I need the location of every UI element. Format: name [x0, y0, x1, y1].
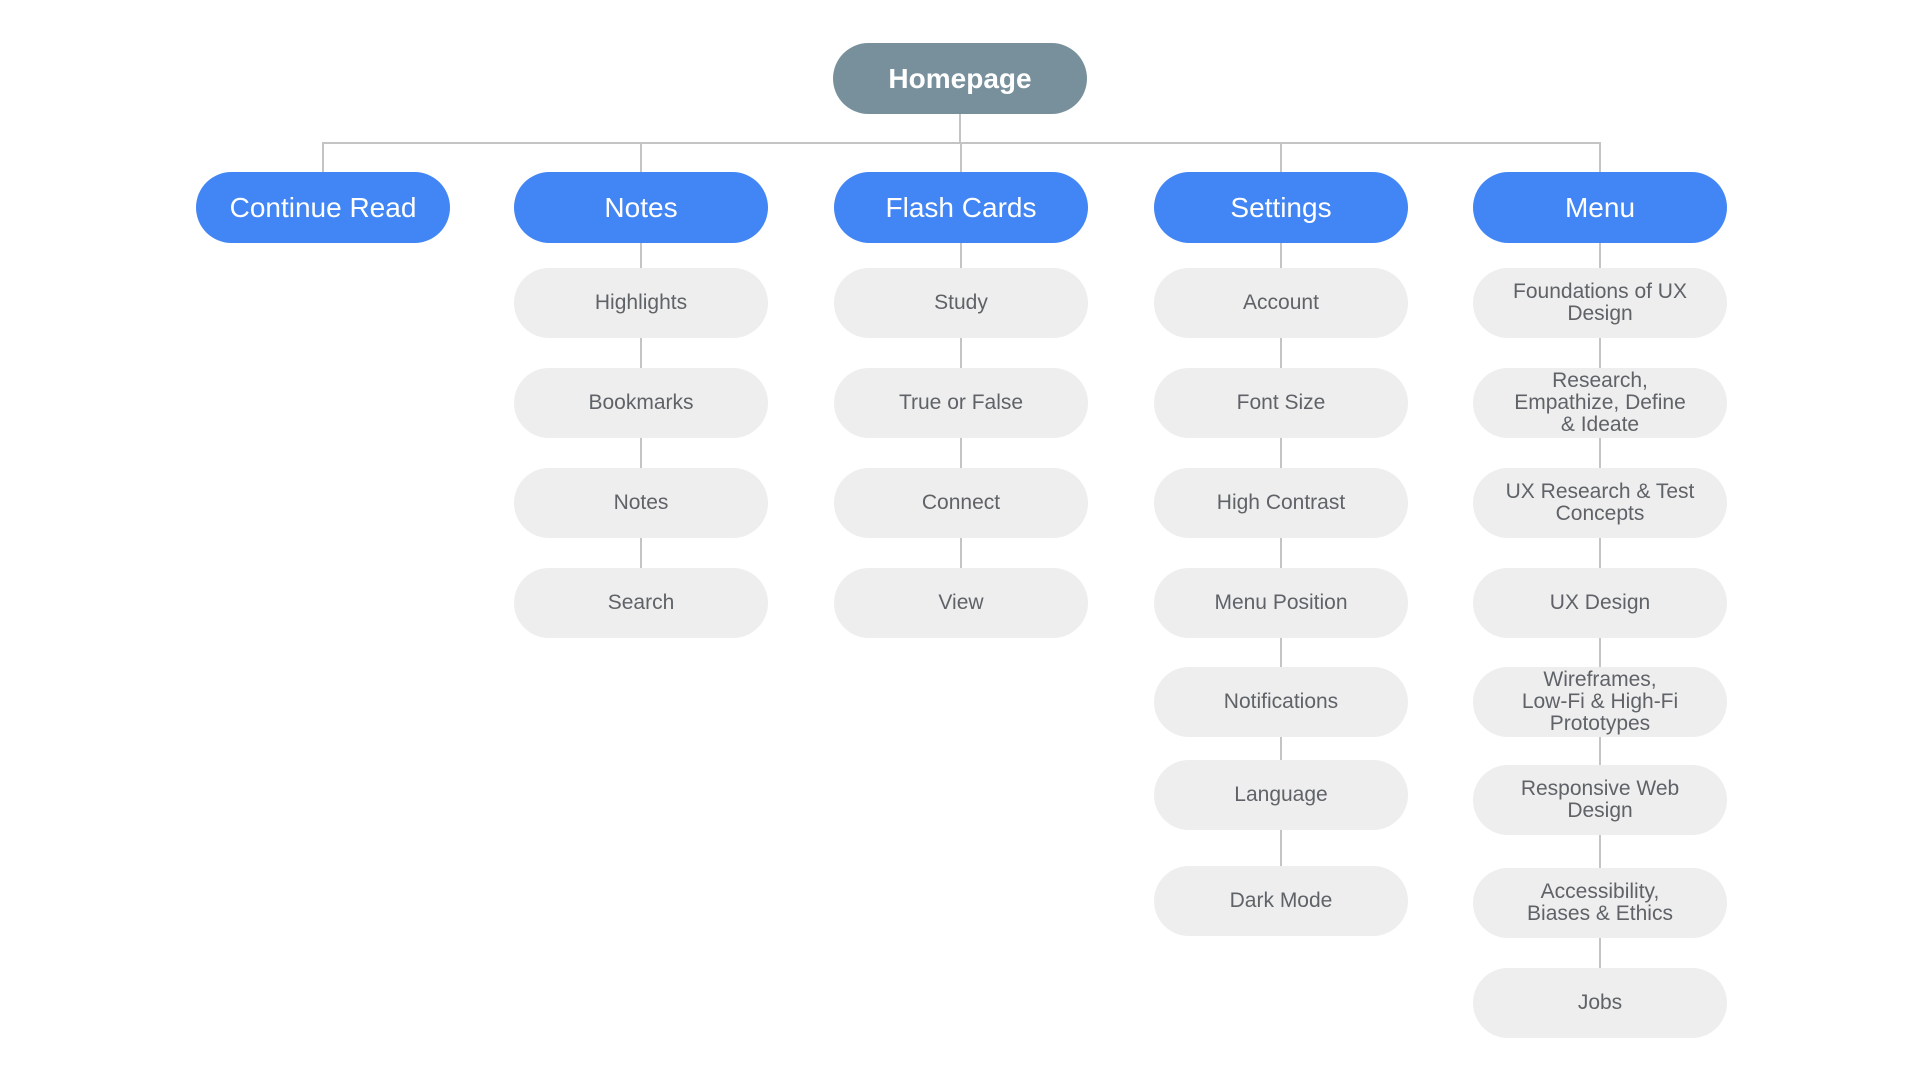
- node-settings-high-contrast[interactable]: High Contrast: [1154, 468, 1408, 538]
- node-label: Research, Empathize, Define & Ideate: [1514, 368, 1686, 437]
- connector-child: [640, 338, 642, 368]
- node-label: UX Design: [1549, 590, 1651, 614]
- connector-child: [960, 338, 962, 368]
- node-menu-responsive-web-design[interactable]: Responsive Web Design: [1473, 765, 1727, 835]
- connector-section-drop: [1280, 142, 1282, 172]
- connector-child: [1599, 938, 1601, 968]
- node-menu-accessibility-biases-ethics[interactable]: Accessibility, Biases & Ethics: [1473, 868, 1727, 938]
- node-settings-font-size[interactable]: Font Size: [1154, 368, 1408, 438]
- connector-child: [640, 243, 642, 268]
- node-label: Connect: [921, 490, 1001, 514]
- node-label: Account: [1243, 290, 1319, 314]
- node-menu-wireframes-low-fi-high-fi-prototypes[interactable]: Wireframes, Low-Fi & High-Fi Prototypes: [1473, 667, 1727, 737]
- node-label: Settings: [1230, 191, 1332, 223]
- node-notes-bookmarks[interactable]: Bookmarks: [514, 368, 768, 438]
- connector-child: [1280, 438, 1282, 468]
- connector-child: [1599, 338, 1601, 368]
- connector-child: [1599, 538, 1601, 568]
- node-notes-highlights[interactable]: Highlights: [514, 268, 768, 338]
- node-label: Highlights: [594, 290, 688, 314]
- node-label: Menu Position: [1214, 590, 1348, 614]
- connector-section-drop: [640, 142, 642, 172]
- node-flash-cards-true-or-false[interactable]: True or False: [834, 368, 1088, 438]
- node-label: Wireframes, Low-Fi & High-Fi Prototypes: [1521, 667, 1679, 736]
- node-settings-account[interactable]: Account: [1154, 268, 1408, 338]
- connector-child: [1599, 835, 1601, 868]
- node-homepage[interactable]: Homepage: [833, 43, 1087, 114]
- node-section-menu[interactable]: Menu: [1473, 172, 1727, 243]
- connector-section-drop: [960, 142, 962, 172]
- connector-child: [960, 538, 962, 568]
- connector-child: [1280, 638, 1282, 667]
- connector-section-drop: [322, 142, 324, 172]
- connector-child: [1280, 830, 1282, 866]
- node-label: High Contrast: [1216, 490, 1346, 514]
- node-menu-foundations-of-ux-design[interactable]: Foundations of UX Design: [1473, 268, 1727, 338]
- node-label: Dark Mode: [1229, 888, 1333, 912]
- node-section-continue-read[interactable]: Continue Read: [196, 172, 450, 243]
- connector-child: [1599, 737, 1601, 765]
- connector-root-stem: [959, 114, 961, 143]
- node-section-flash-cards[interactable]: Flash Cards: [834, 172, 1088, 243]
- node-settings-language[interactable]: Language: [1154, 760, 1408, 830]
- connector-child: [1599, 243, 1601, 268]
- node-label: Bookmarks: [588, 390, 694, 414]
- node-label: Notes: [613, 490, 669, 514]
- node-label: Responsive Web Design: [1520, 776, 1680, 822]
- node-flash-cards-view[interactable]: View: [834, 568, 1088, 638]
- node-menu-ux-design[interactable]: UX Design: [1473, 568, 1727, 638]
- node-label: UX Research & Test Concepts: [1505, 479, 1695, 525]
- node-label: Study: [934, 290, 988, 314]
- connector-child: [1280, 538, 1282, 568]
- node-settings-dark-mode[interactable]: Dark Mode: [1154, 866, 1408, 936]
- node-menu-jobs[interactable]: Jobs: [1473, 968, 1727, 1038]
- node-notes-search[interactable]: Search: [514, 568, 768, 638]
- connector-bus: [322, 142, 1601, 144]
- node-menu-ux-research-test-concepts[interactable]: UX Research & Test Concepts: [1473, 468, 1727, 538]
- node-label: Continue Read: [229, 191, 417, 223]
- node-menu-research-empathize-define-ideate[interactable]: Research, Empathize, Define & Ideate: [1473, 368, 1727, 438]
- connector-child: [640, 438, 642, 468]
- node-label: Search: [607, 590, 675, 614]
- node-label: Language: [1234, 782, 1328, 806]
- node-label: True or False: [898, 390, 1024, 414]
- node-flash-cards-connect[interactable]: Connect: [834, 468, 1088, 538]
- node-label: Foundations of UX Design: [1513, 279, 1687, 325]
- node-flash-cards-study[interactable]: Study: [834, 268, 1088, 338]
- node-label: Notes: [604, 191, 678, 223]
- connector-child: [960, 438, 962, 468]
- node-label: Flash Cards: [885, 191, 1037, 223]
- node-label: Homepage: [888, 62, 1032, 94]
- node-settings-menu-position[interactable]: Menu Position: [1154, 568, 1408, 638]
- connector-child: [1599, 438, 1601, 468]
- connector-section-drop: [1599, 142, 1601, 172]
- connector-child: [1599, 638, 1601, 667]
- node-label: Font Size: [1236, 390, 1326, 414]
- node-notes-notes[interactable]: Notes: [514, 468, 768, 538]
- node-label: Accessibility, Biases & Ethics: [1527, 879, 1673, 925]
- node-label: View: [938, 590, 984, 614]
- connector-child: [640, 538, 642, 568]
- node-section-notes[interactable]: Notes: [514, 172, 768, 243]
- connector-child: [1280, 737, 1282, 760]
- node-settings-notifications[interactable]: Notifications: [1154, 667, 1408, 737]
- connector-child: [960, 243, 962, 268]
- node-label: Notifications: [1223, 689, 1339, 713]
- connector-child: [1280, 243, 1282, 268]
- node-section-settings[interactable]: Settings: [1154, 172, 1408, 243]
- connector-child: [1280, 338, 1282, 368]
- node-label: Menu: [1564, 191, 1636, 223]
- sitemap-diagram: Homepage Continue Read Notes Highlights Boo…: [0, 0, 1920, 1080]
- node-label: Jobs: [1577, 990, 1623, 1014]
